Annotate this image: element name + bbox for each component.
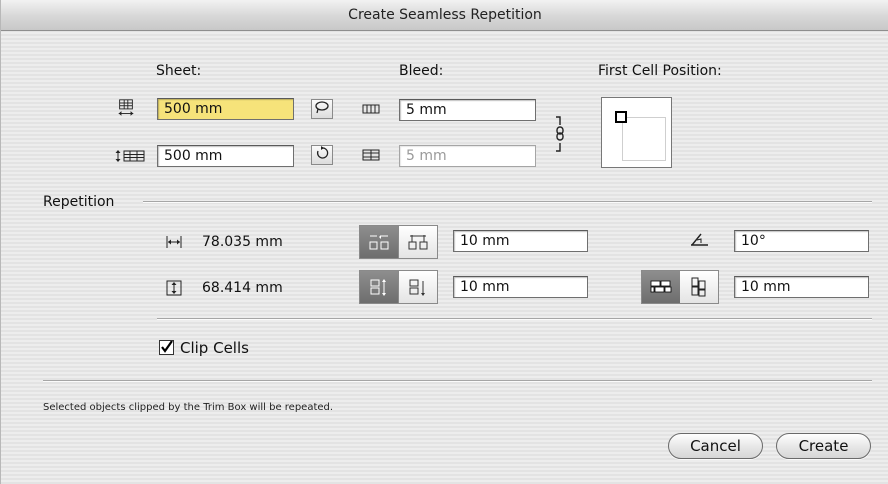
clip-cells-label[interactable]: Clip Cells: [180, 339, 249, 357]
cell-height-icon: [164, 278, 184, 298]
bleed-vertical-icon: [361, 145, 381, 165]
sheet-preview-outline: [622, 117, 666, 161]
vertical-offset-field[interactable]: 10 mm: [453, 276, 588, 298]
first-cell-position-picker[interactable]: [601, 97, 672, 168]
cell-width-value: 78.035 mm: [202, 234, 283, 250]
clip-divider: [157, 318, 872, 320]
create-seamless-repetition-dialog: Create Seamless Repetition Sheet: Bleed:…: [0, 0, 888, 484]
link-bleed-chain-icon[interactable]: [553, 113, 569, 155]
vertical-stack-mode-icon[interactable]: [360, 271, 398, 303]
clip-cells-checkbox[interactable]: [159, 340, 174, 355]
sheet-height-icon: [113, 146, 147, 166]
repetition-label: Repetition: [43, 194, 115, 210]
angle-icon: [687, 230, 711, 250]
shift-field[interactable]: 10 mm: [734, 276, 869, 298]
shift-direction-toggle[interactable]: [641, 270, 719, 304]
first-cell-position-label: First Cell Position:: [598, 63, 722, 79]
footer-divider: [43, 380, 872, 382]
cancel-button[interactable]: Cancel: [668, 433, 763, 459]
sheet-width-field[interactable]: 500 mm: [157, 98, 294, 120]
vertical-offset-mode-toggle[interactable]: [359, 270, 438, 304]
bleed-horizontal-icon: [361, 99, 381, 119]
cell-width-icon: [164, 232, 184, 252]
horizontal-spread-mode-icon[interactable]: [398, 226, 437, 258]
cell-height-value: 68.414 mm: [202, 280, 283, 296]
brick-shift-horizontal-icon[interactable]: [642, 271, 680, 303]
sheet-width-icon: [116, 98, 136, 118]
create-button[interactable]: Create: [776, 433, 871, 459]
bleed-label: Bleed:: [399, 63, 444, 79]
lasso-swap-icon: [314, 100, 330, 118]
vertical-spread-mode-icon[interactable]: [398, 271, 437, 303]
footer-note: Selected objects clipped by the Trim Box…: [43, 402, 334, 413]
window-title: Create Seamless Repetition: [1, 0, 888, 31]
angle-field[interactable]: 10°: [734, 230, 869, 252]
rotate-sheet-button[interactable]: [311, 145, 333, 165]
sheet-label: Sheet:: [156, 63, 202, 79]
bleed-vertical-field[interactable]: 5 mm: [399, 145, 536, 167]
sheet-height-field[interactable]: 500 mm: [157, 145, 294, 167]
swap-dimensions-button[interactable]: [311, 99, 333, 119]
checkmark-icon: [161, 341, 173, 353]
horizontal-stack-mode-icon[interactable]: [360, 226, 398, 258]
brick-shift-vertical-icon[interactable]: [680, 271, 718, 303]
first-cell-marker[interactable]: [615, 111, 627, 123]
rotate-icon: [315, 146, 329, 164]
bleed-horizontal-field[interactable]: 5 mm: [399, 99, 536, 121]
repetition-divider: [143, 201, 872, 203]
horizontal-offset-field[interactable]: 10 mm: [453, 230, 588, 252]
horizontal-offset-mode-toggle[interactable]: [359, 225, 438, 259]
